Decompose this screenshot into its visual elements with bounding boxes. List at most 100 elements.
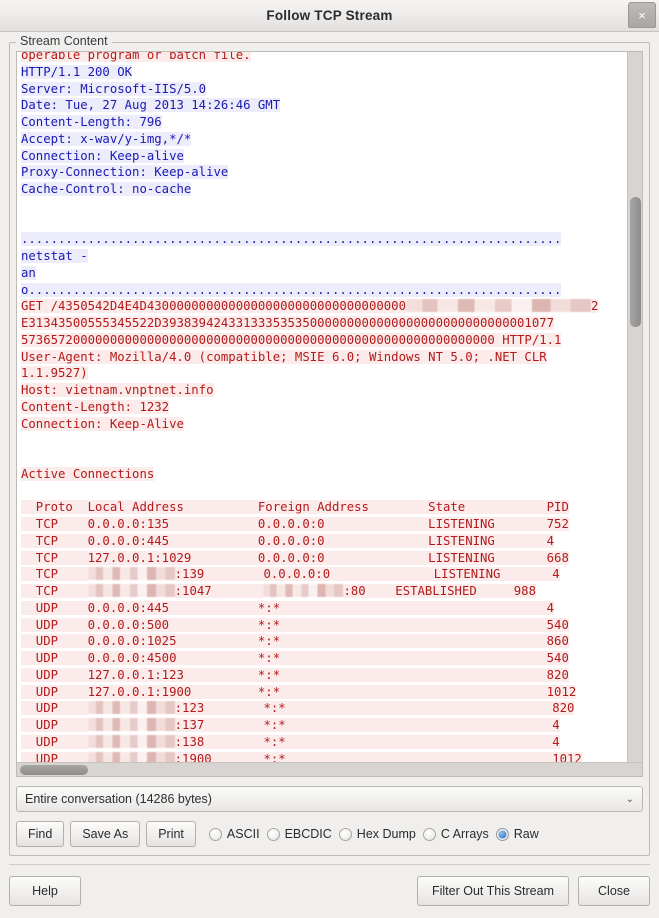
- stream-line-text: GET /4350542D4E4D43000000000000000000000…: [21, 299, 406, 314]
- format-radio-label: Raw: [513, 827, 539, 841]
- radio-icon[interactable]: [266, 827, 280, 841]
- stream-line-text: netstat -: [21, 249, 88, 263]
- stream-line: [21, 483, 627, 500]
- stream-line: UDP 127.0.0.1:123 *:* 820: [21, 667, 627, 684]
- vertical-scrollbar-thumb[interactable]: [630, 197, 641, 327]
- redacted-address: [87, 734, 175, 748]
- stream-line-text: TCP 0.0.0.0:135 0.0.0.0:0 LISTENING 752: [21, 517, 569, 531]
- stream-line-text: UDP: [21, 718, 88, 732]
- save-as-button[interactable]: Save As: [70, 821, 141, 847]
- stream-line: Active Connections: [21, 466, 627, 483]
- stream-line: an: [21, 265, 627, 282]
- stream-line-text: Active Connections: [21, 466, 155, 481]
- stream-content-group: Stream Content operable program or batch…: [9, 34, 650, 856]
- stream-line-text: :123 *:* 820: [174, 701, 575, 716]
- stream-line-text: Date: Tue, 27 Aug 2013 14:26:46 GMT: [21, 98, 281, 113]
- stream-line-text: Content-Length: 1232: [21, 399, 170, 414]
- stream-content-panel: operable program or batch file. HTTP/1.1 …: [16, 51, 643, 778]
- stream-line: 1.1.9527): [21, 365, 627, 382]
- chevron-down-icon: ⌄: [625, 793, 634, 805]
- stream-line: UDP 0.0.0.0:500 *:* 540: [21, 617, 627, 634]
- stream-line-text: operable program or batch file.: [21, 52, 251, 62]
- stream-line: UDP :1900 *:* 1012: [21, 751, 627, 763]
- vertical-scrollbar[interactable]: [627, 52, 642, 763]
- stream-lines: operable program or batch file. HTTP/1.1 …: [17, 52, 627, 763]
- stream-line-text: UDP 127.0.0.1:1900 *:* 1012: [21, 684, 577, 699]
- stream-line: TCP 0.0.0.0:135 0.0.0.0:0 LISTENING 752: [21, 516, 627, 533]
- title-bar: Follow TCP Stream ×: [0, 0, 659, 32]
- stream-line-text: :1047: [174, 584, 264, 598]
- stream-line: TCP 127.0.0.1:1029 0.0.0.0:0 LISTENING 6…: [21, 550, 627, 567]
- stream-line: UDP :137 *:* 4: [21, 717, 627, 734]
- format-radio-label: ASCII: [226, 827, 260, 841]
- stream-line-text: Content-Length: 796: [21, 115, 162, 129]
- stream-text-view[interactable]: operable program or batch file. HTTP/1.1 …: [17, 52, 627, 763]
- stream-line-text: :137 *:* 4: [174, 718, 560, 732]
- stream-line: operable program or batch file.: [21, 52, 627, 64]
- stream-line-text: :1900 *:* 1012: [174, 751, 582, 763]
- format-radio-ebcdic[interactable]: EBCDIC: [266, 827, 332, 841]
- format-radio-hex-dump[interactable]: Hex Dump: [338, 827, 416, 841]
- redacted-address: [405, 299, 591, 313]
- stream-line: Accept: x-wav/y-img,*/*: [21, 131, 627, 148]
- stream-line-text: :139 0.0.0.0:0 LISTENING 4: [174, 567, 560, 582]
- stream-line-text: TCP 127.0.0.1:1029 0.0.0.0:0 LISTENING 6…: [21, 550, 569, 565]
- stream-line: User-Agent: Mozilla/4.0 (compatible; MSI…: [21, 349, 627, 366]
- stream-line: ........................................…: [21, 231, 627, 248]
- stream-line: Proxy-Connection: Keep-alive: [21, 164, 627, 181]
- format-radio-ascii[interactable]: ASCII: [208, 827, 260, 841]
- stream-line: UDP 0.0.0.0:1025 *:* 860: [21, 633, 627, 650]
- stream-line-text: :80 ESTABLISHED 988: [343, 584, 536, 598]
- stream-line-text: UDP 0.0.0.0:445 *:* 4: [21, 600, 555, 615]
- radio-icon[interactable]: [495, 827, 509, 841]
- stream-line-text: UDP: [21, 734, 88, 749]
- stream-line: UDP :123 *:* 820: [21, 700, 627, 717]
- horizontal-scrollbar-thumb[interactable]: [20, 765, 88, 776]
- radio-icon[interactable]: [338, 827, 352, 841]
- stream-line-text: o.......................................…: [21, 282, 562, 297]
- stream-line-text: UDP 0.0.0.0:1025 *:* 860: [21, 634, 569, 649]
- format-radio-raw[interactable]: Raw: [495, 827, 539, 841]
- stream-line: Connection: Keep-Alive: [21, 416, 627, 433]
- stream-line-text: Proto Local Address Foreign Address Stat…: [21, 500, 569, 515]
- radio-icon[interactable]: [208, 827, 222, 841]
- stream-line: Server: Microsoft-IIS/5.0: [21, 81, 627, 98]
- stream-line: Date: Tue, 27 Aug 2013 14:26:46 GMT: [21, 97, 627, 114]
- redacted-address: [87, 701, 175, 715]
- stream-text-row: operable program or batch file. HTTP/1.1 …: [17, 52, 642, 763]
- stream-line: UDP 0.0.0.0:445 *:* 4: [21, 600, 627, 617]
- stream-line-text: UDP: [21, 701, 88, 716]
- stream-line-text: UDP: [21, 751, 88, 763]
- stream-line: o.......................................…: [21, 282, 627, 299]
- stream-line-text: 2: [590, 299, 599, 314]
- stream-line-text: 5736572000000000000000000000000000000000…: [21, 332, 562, 347]
- horizontal-scrollbar[interactable]: [17, 762, 642, 777]
- stream-line: HTTP/1.1 200 OK: [21, 64, 627, 81]
- stream-line-text: Connection: Keep-Alive: [21, 416, 184, 431]
- stream-content-label: Stream Content: [16, 34, 112, 48]
- radio-icon[interactable]: [422, 827, 436, 841]
- redacted-address: [87, 751, 175, 763]
- format-radio-label: C Arrays: [440, 827, 489, 841]
- close-icon[interactable]: ×: [628, 2, 656, 28]
- format-radio-label: Hex Dump: [356, 827, 416, 841]
- stream-line: TCP 0.0.0.0:445 0.0.0.0:0 LISTENING 4: [21, 533, 627, 550]
- stream-line: [21, 432, 627, 449]
- conversation-select-value: Entire conversation (14286 bytes): [25, 792, 212, 807]
- stream-line: [21, 449, 627, 466]
- stream-line: 5736572000000000000000000000000000000000…: [21, 332, 627, 349]
- close-button[interactable]: Close: [578, 876, 650, 906]
- stream-line: netstat -: [21, 248, 627, 265]
- stream-line-text: TCP 0.0.0.0:445 0.0.0.0:0 LISTENING 4: [21, 533, 555, 548]
- find-button[interactable]: Find: [16, 821, 65, 847]
- format-radio-c-arrays[interactable]: C Arrays: [422, 827, 489, 841]
- help-button[interactable]: Help: [9, 876, 81, 906]
- stream-line-text: Connection: Keep-alive: [21, 148, 184, 163]
- stream-line: [21, 198, 627, 215]
- filter-out-this-stream-button[interactable]: Filter Out This Stream: [416, 876, 569, 906]
- stream-line: Cache-Control: no-cache: [21, 181, 627, 198]
- conversation-select[interactable]: Entire conversation (14286 bytes) ⌄: [16, 786, 643, 812]
- stream-line-text: Accept: x-wav/y-img,*/*: [21, 131, 192, 146]
- print-button[interactable]: Print: [146, 821, 196, 847]
- stream-line: [21, 215, 627, 232]
